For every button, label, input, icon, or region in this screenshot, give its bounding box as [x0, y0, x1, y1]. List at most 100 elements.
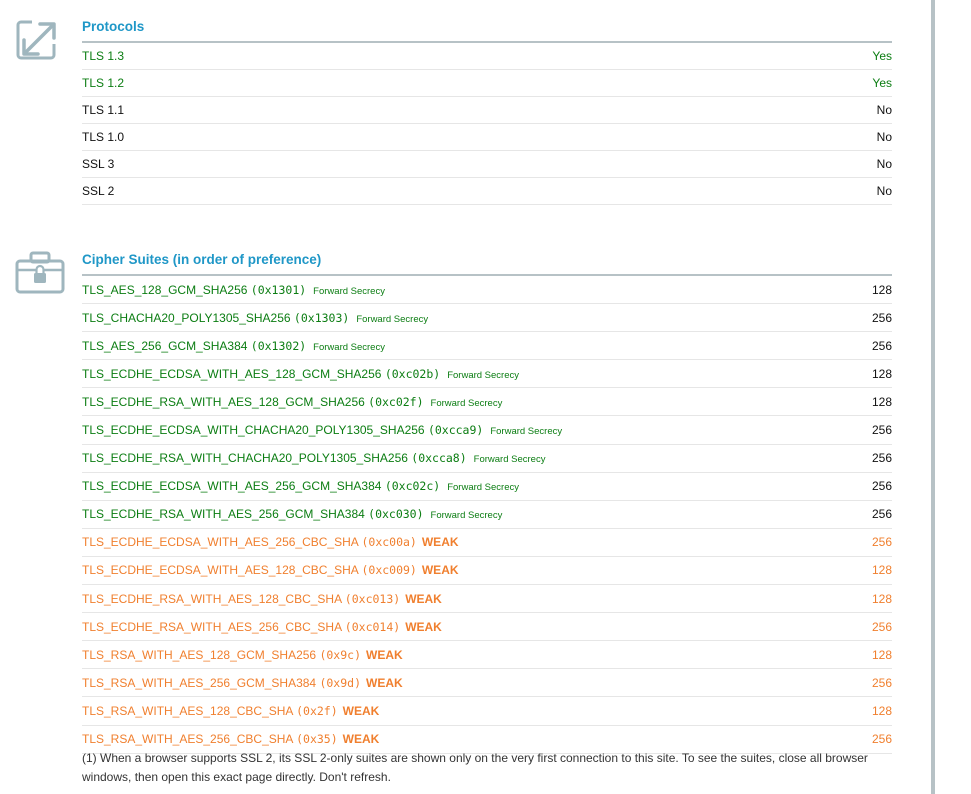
cipher-code: (0x9c) — [319, 647, 361, 662]
cipher-tag: WEAK — [366, 647, 403, 662]
protocol-row: TLS 1.2 Yes — [82, 70, 892, 97]
cipher-tag: Forward Secrecy — [490, 426, 563, 438]
cipher-suites-title: Cipher Suites (in order of preference) — [82, 252, 322, 267]
cipher-name: TLS_RSA_WITH_AES_256_CBC_SHA — [82, 732, 293, 747]
ssl2-footnote: (1) When a browser supports SSL 2, its S… — [82, 751, 868, 784]
protocol-row: SSL 2 No — [82, 178, 892, 205]
cipher-tag: WEAK — [421, 535, 459, 550]
cipher-tag: WEAK — [405, 619, 442, 634]
cipher-code: (0xcca9) — [427, 423, 484, 438]
cipher-row: TLS_AES_256_GCM_SHA384 (0x1302) Forward S… — [82, 332, 892, 361]
cipher-tag: Forward Secrecy — [430, 510, 503, 522]
cipher-code: (0xc02c) — [384, 479, 441, 494]
cipher-name: TLS_RSA_WITH_AES_256_GCM_SHA384 — [82, 675, 317, 690]
cipher-bits: 256 — [871, 423, 892, 438]
cipher-row: TLS_ECDHE_RSA_WITH_CHACHA20_POLY1305_SHA… — [82, 445, 892, 473]
cipher-name: TLS_ECDHE_RSA_WITH_CHACHA20_POLY1305_SHA… — [82, 451, 408, 466]
cipher-row: TLS_ECDHE_ECDSA_WITH_AES_256_CBC_SHA (0x… — [82, 529, 892, 557]
protocol-name: TLS 1.3 — [82, 49, 125, 63]
cipher-bits: 128 — [871, 591, 892, 606]
cipher-tag: WEAK — [342, 703, 380, 718]
cipher-row: TLS_ECDHE_ECDSA_WITH_AES_256_GCM_SHA384 … — [82, 473, 892, 501]
cipher-name: TLS_ECDHE_RSA_WITH_AES_256_CBC_SHA — [82, 619, 342, 634]
cipher-tag: WEAK — [366, 675, 403, 690]
protocol-row: TLS 1.3 Yes — [82, 43, 892, 70]
cipher-code: (0xc00a) — [361, 535, 417, 550]
cipher-bits: 256 — [871, 619, 892, 634]
protocol-support: No — [876, 184, 892, 198]
cipher-code: (0x35) — [296, 732, 338, 747]
cipher-bits: 128 — [871, 703, 892, 718]
cipher-row: TLS_RSA_WITH_AES_128_GCM_SHA256 (0x9c) WE… — [82, 641, 892, 670]
cipher-tag: WEAK — [342, 732, 380, 747]
cipher-code: (0xc014) — [344, 619, 401, 634]
cipher-name: TLS_AES_256_GCM_SHA384 — [82, 338, 248, 353]
cipher-tag: Forward Secrecy — [356, 313, 429, 325]
cipher-code: (0x1303) — [293, 310, 350, 325]
cipher-name: TLS_AES_128_GCM_SHA256 — [82, 282, 248, 297]
cipher-code: (0x1301) — [250, 282, 307, 297]
cipher-name: TLS_ECDHE_RSA_WITH_AES_128_GCM_SHA256 — [82, 394, 365, 409]
protocol-support: No — [876, 130, 892, 144]
cipher-bits: 128 — [871, 282, 892, 297]
cipher-bits: 256 — [871, 451, 892, 466]
cipher-code: (0xc02b) — [384, 366, 441, 381]
cipher-tag: Forward Secrecy — [313, 285, 385, 297]
protocols-title: Protocols — [82, 19, 145, 34]
cipher-row: TLS_RSA_WITH_AES_128_CBC_SHA (0x2f) WEAK 1… — [82, 697, 892, 726]
cipher-suites-table: TLS_AES_128_GCM_SHA256 (0x1301) Forward S… — [82, 276, 892, 754]
protocol-support: Yes — [872, 76, 892, 90]
protocol-name: TLS 1.2 — [82, 76, 125, 90]
cipher-bits: 256 — [871, 535, 892, 550]
protocol-row: SSL 3 No — [82, 151, 892, 178]
protocol-support: No — [876, 103, 892, 117]
expand-arrows-icon — [16, 16, 62, 67]
protocol-name: SSL 3 — [82, 157, 115, 171]
cipher-row: TLS_ECDHE_ECDSA_WITH_AES_128_CBC_SHA (0x… — [82, 557, 892, 586]
cipher-code: (0xc02f) — [368, 394, 424, 409]
cipher-row: TLS_ECDHE_RSA_WITH_AES_256_CBC_SHA (0xc0… — [82, 613, 892, 642]
cipher-bits: 128 — [871, 394, 892, 409]
cipher-name: TLS_ECDHE_ECDSA_WITH_AES_128_CBC_SHA — [82, 563, 359, 578]
protocol-name: SSL 2 — [82, 184, 115, 198]
cipher-name: TLS_ECDHE_ECDSA_WITH_AES_256_GCM_SHA384 — [82, 479, 382, 494]
page-right-border — [931, 0, 935, 794]
cipher-tag: Forward Secrecy — [447, 369, 520, 381]
cipher-name: TLS_ECDHE_ECDSA_WITH_CHACHA20_POLY1305_S… — [82, 423, 425, 438]
cipher-tag: Forward Secrecy — [447, 482, 520, 494]
cipher-bits: 256 — [871, 479, 892, 494]
cipher-name: TLS_RSA_WITH_AES_128_GCM_SHA256 — [82, 647, 317, 662]
cipher-name: TLS_ECDHE_RSA_WITH_AES_128_CBC_SHA — [82, 591, 342, 606]
cipher-row: TLS_ECDHE_RSA_WITH_AES_128_CBC_SHA (0xc0… — [82, 585, 892, 614]
cipher-bits: 256 — [871, 507, 892, 522]
cipher-name: TLS_RSA_WITH_AES_128_CBC_SHA — [82, 703, 293, 718]
cipher-bits: 128 — [871, 563, 892, 578]
cipher-code: (0xc013) — [344, 591, 401, 606]
cipher-row: TLS_ECDHE_ECDSA_WITH_CHACHA20_POLY1305_S… — [82, 416, 892, 445]
cipher-tag: Forward Secrecy — [313, 341, 385, 353]
protocol-support: No — [876, 157, 892, 171]
cipher-tag: WEAK — [421, 563, 459, 578]
cipher-code: (0xc009) — [361, 563, 417, 578]
cipher-tag: WEAK — [405, 591, 442, 606]
cipher-bits: 256 — [871, 675, 892, 690]
cipher-bits: 256 — [871, 338, 892, 353]
cipher-code: (0xc030) — [368, 507, 424, 522]
cipher-tag: Forward Secrecy — [473, 454, 546, 466]
cipher-row: TLS_RSA_WITH_AES_256_GCM_SHA384 (0x9d) WE… — [82, 669, 892, 698]
cipher-row: TLS_AES_128_GCM_SHA256 (0x1301) Forward S… — [82, 276, 892, 305]
cipher-code: (0x2f) — [296, 703, 338, 718]
cipher-name: TLS_ECDHE_ECDSA_WITH_AES_256_CBC_SHA — [82, 535, 359, 550]
protocol-name: TLS 1.1 — [82, 103, 125, 117]
cipher-bits: 128 — [871, 647, 892, 662]
cipher-name: TLS_ECDHE_RSA_WITH_AES_256_GCM_SHA384 — [82, 507, 365, 522]
protocol-row: TLS 1.0 No — [82, 124, 892, 151]
cipher-name: TLS_ECDHE_ECDSA_WITH_AES_128_GCM_SHA256 — [82, 366, 382, 381]
protocol-row: TLS 1.1 No — [82, 97, 892, 124]
cipher-row: TLS_ECDHE_RSA_WITH_AES_256_GCM_SHA384 (0… — [82, 501, 892, 529]
protocols-table: TLS 1.3 Yes TLS 1.2 Yes TLS 1.1 No TLS 1.0 N… — [82, 43, 892, 205]
cipher-code: (0x1302) — [250, 338, 307, 353]
protocol-name: TLS 1.0 — [82, 130, 125, 144]
protocol-support: Yes — [872, 49, 892, 63]
cipher-code: (0xcca8) — [411, 451, 467, 466]
